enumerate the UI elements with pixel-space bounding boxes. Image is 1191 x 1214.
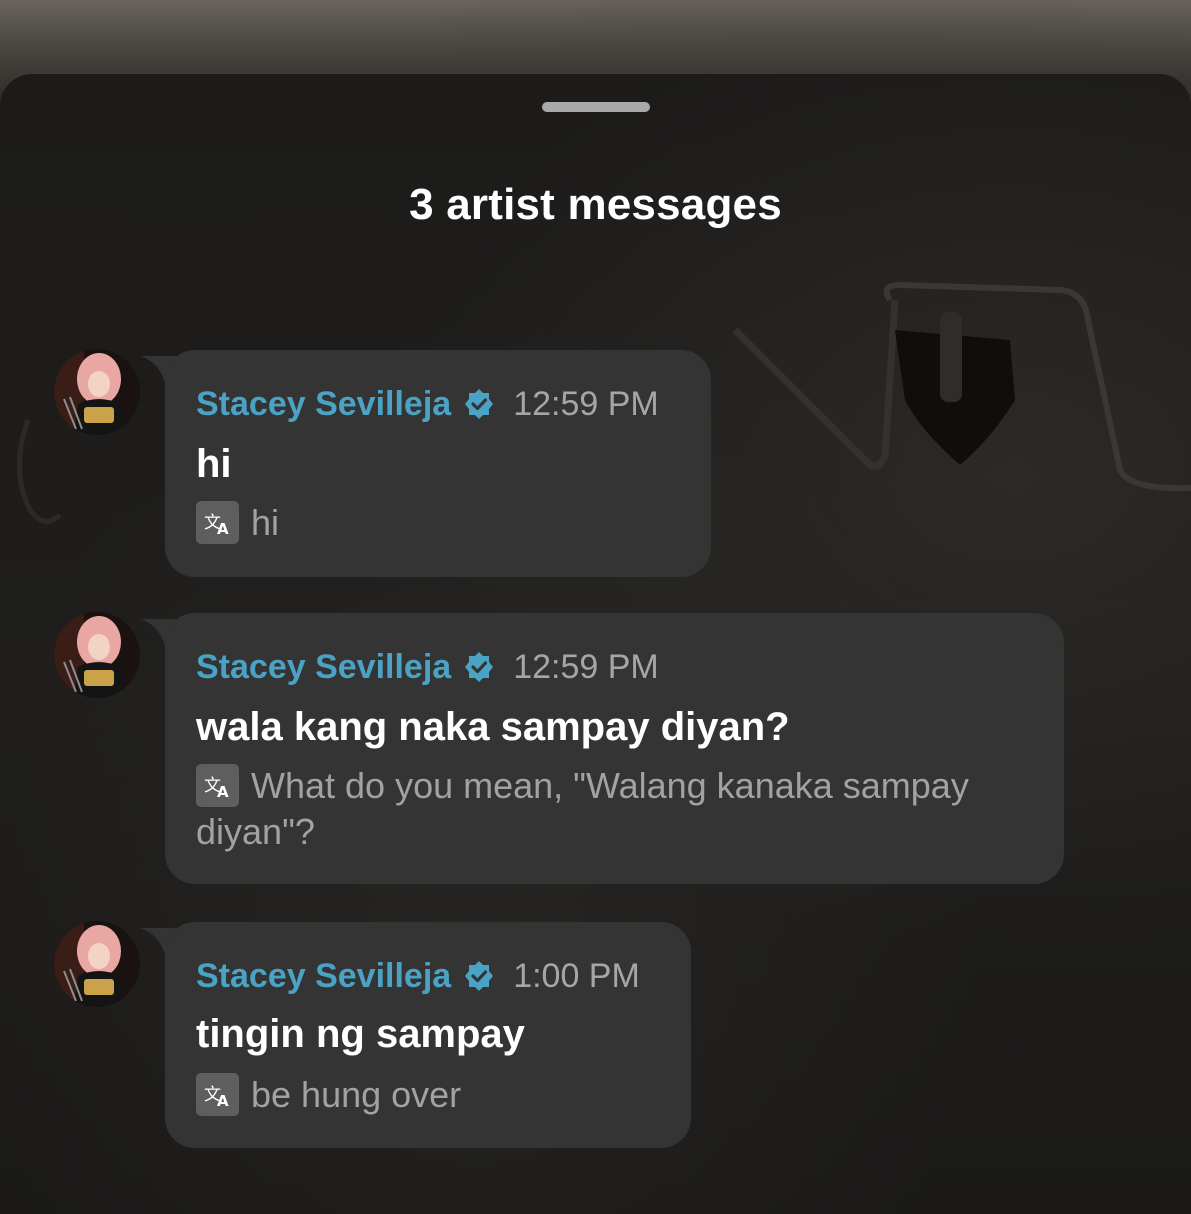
sender-name[interactable]: Stacey Sevilleja [196,957,451,996]
message-time: 12:59 PM [513,647,659,686]
sheet-grabber[interactable] [542,102,650,112]
message-bubble[interactable]: Stacey Sevilleja 1:00 PM tingin ng sampa… [165,922,691,1148]
message-bubble[interactable]: Stacey Sevilleja 12:59 PM wala kang naka… [165,613,1064,884]
svg-text:A: A [217,520,229,538]
verified-badge-icon [465,652,494,682]
avatar[interactable] [54,612,140,698]
verified-badge-icon [465,961,494,991]
verified-badge-icon [465,389,494,419]
translation-text: hi [251,502,280,543]
sender-name[interactable]: Stacey Sevilleja [196,385,451,424]
translate-icon[interactable]: 文 A [196,764,239,807]
sheet-title: 3 artist messages [409,180,782,229]
translation-text: What do you mean, "Walang kanaka sampay … [196,765,969,852]
translation: 文 A What do you mean, "Walang kanaka sam… [196,763,1036,855]
message-text: hi [196,442,232,486]
avatar[interactable] [54,921,140,1007]
message-text: wala kang naka sampay diyan? [196,705,790,749]
message-time: 12:59 PM [513,384,659,423]
svg-text:A: A [217,1092,229,1110]
svg-text:A: A [217,783,229,801]
message-time: 1:00 PM [513,956,640,995]
translation: 文 A hi [196,500,676,546]
sender-name[interactable]: Stacey Sevilleja [196,648,451,687]
avatar[interactable] [54,349,140,435]
message-text: tingin ng sampay [196,1012,525,1056]
translation-text: be hung over [251,1074,462,1115]
message-header: Stacey Sevilleja 12:59 PM [196,647,659,687]
message-header: Stacey Sevilleja 1:00 PM [196,956,640,996]
translate-icon[interactable]: 文 A [196,1073,239,1116]
message-header: Stacey Sevilleja 12:59 PM [196,384,659,424]
translation: 文 A be hung over [196,1072,666,1118]
translate-icon[interactable]: 文 A [196,501,239,544]
message-bubble[interactable]: Stacey Sevilleja 12:59 PM hi 文 A hi [165,350,711,577]
